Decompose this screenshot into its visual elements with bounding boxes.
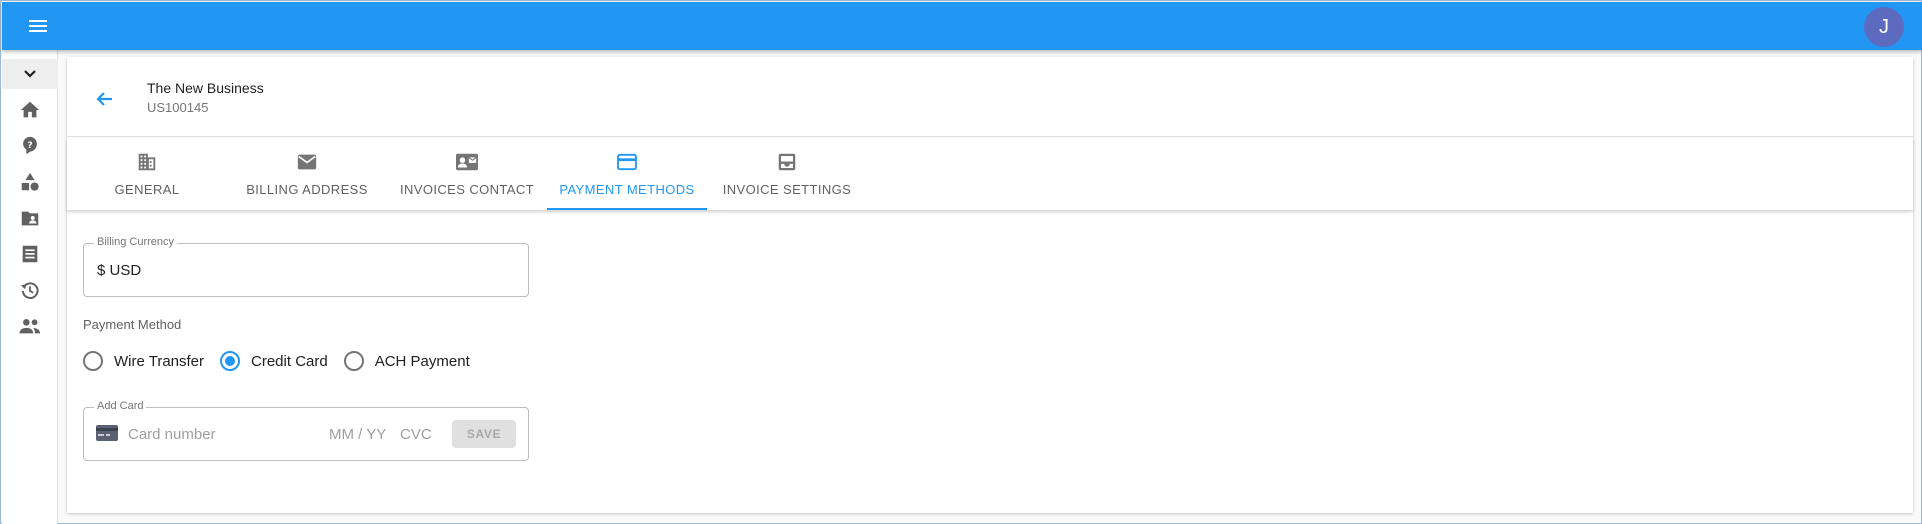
svg-text:?: ? xyxy=(27,140,32,151)
payment-method-label: Payment Method xyxy=(83,317,182,332)
tab-invoice-settings[interactable]: Invoice Settings xyxy=(707,138,867,210)
tab-label: Payment Methods xyxy=(559,182,695,197)
credit-card-icon xyxy=(617,153,637,171)
billing-currency-label: Billing Currency xyxy=(94,236,178,248)
menu-icon xyxy=(29,20,47,32)
radio-button[interactable] xyxy=(83,351,103,371)
home-icon xyxy=(20,101,40,118)
radio-wire-transfer[interactable]: Wire Transfer xyxy=(83,351,204,371)
company-id: US100145 xyxy=(147,100,209,115)
tab-label: General xyxy=(114,182,180,197)
save-card-button[interactable]: SAVE xyxy=(452,420,516,448)
chevron-down-icon xyxy=(24,70,36,78)
arrow-left-icon xyxy=(96,92,112,106)
mail-icon xyxy=(297,154,317,170)
tab-label: Invoice Settings xyxy=(722,182,852,197)
billing-currency-value: $ USD xyxy=(97,262,142,279)
page-header: The New Business US100145 xyxy=(67,57,1913,137)
radio-credit-card[interactable]: Credit Card xyxy=(220,351,328,371)
payment-method-radio-group: Wire Transfer Credit Card ACH Payment xyxy=(83,349,486,373)
sidebar-item-accounts[interactable] xyxy=(2,200,58,236)
sidebar-item-help[interactable]: ? xyxy=(2,128,58,164)
sidebar-item-shapes[interactable] xyxy=(2,164,58,200)
people-icon xyxy=(19,319,41,334)
app-window: J ? The New Business US100145 GENERAL BI… xyxy=(0,0,1922,524)
company-name: The New Business xyxy=(147,80,264,96)
sidebar-item-invoices[interactable] xyxy=(2,236,58,272)
radio-label: Wire Transfer xyxy=(114,352,205,370)
sidebar-item-history[interactable] xyxy=(2,272,58,308)
receipt-icon xyxy=(22,245,38,263)
radio-label: Credit Card xyxy=(251,352,328,370)
tab-label: Invoices Contact xyxy=(399,182,534,197)
radio-button[interactable] xyxy=(343,351,364,371)
tab-label: Billing Address xyxy=(246,182,368,197)
radio-ach-payment[interactable]: ACH Payment xyxy=(343,351,470,371)
sidebar-item-home[interactable] xyxy=(2,92,58,128)
card-number-input[interactable] xyxy=(128,422,318,446)
contact-card-icon xyxy=(456,153,478,171)
user-avatar[interactable]: J xyxy=(1864,7,1904,47)
shapes-icon xyxy=(21,172,39,191)
billing-currency-select[interactable]: Billing Currency $ USD xyxy=(83,236,529,297)
tab-bar: General Billing Address xyxy=(67,138,1913,210)
history-icon xyxy=(20,282,39,299)
card-expiry-input[interactable] xyxy=(329,422,397,446)
sidebar: ? xyxy=(2,50,58,524)
building-icon xyxy=(138,153,156,171)
inbox-icon xyxy=(778,153,796,171)
top-app-bar: J xyxy=(2,2,1922,50)
main-panel: The New Business US100145 GENERAL BILLIN… xyxy=(67,57,1913,513)
menu-button[interactable] xyxy=(24,14,52,38)
sidebar-item-users[interactable] xyxy=(2,308,58,344)
radio-button[interactable] xyxy=(220,351,241,371)
add-card-field: Add Card SAVE xyxy=(83,400,529,461)
back-button[interactable] xyxy=(91,85,119,113)
sidebar-collapse-toggle[interactable] xyxy=(2,59,58,89)
tab-invoices-contact[interactable]: Invoices Contact xyxy=(387,138,547,210)
help-icon: ? xyxy=(23,136,37,155)
tab-billing-address[interactable]: Billing Address xyxy=(227,138,387,210)
card-cvc-input[interactable] xyxy=(400,422,444,446)
tab-general[interactable]: General xyxy=(67,138,227,210)
radio-label: ACH Payment xyxy=(374,352,470,370)
tab-payment-methods[interactable]: Payment Methods xyxy=(547,138,707,210)
folder-account-icon xyxy=(21,211,39,226)
card-brand-icon xyxy=(96,425,118,441)
add-card-label: Add Card xyxy=(94,400,147,412)
